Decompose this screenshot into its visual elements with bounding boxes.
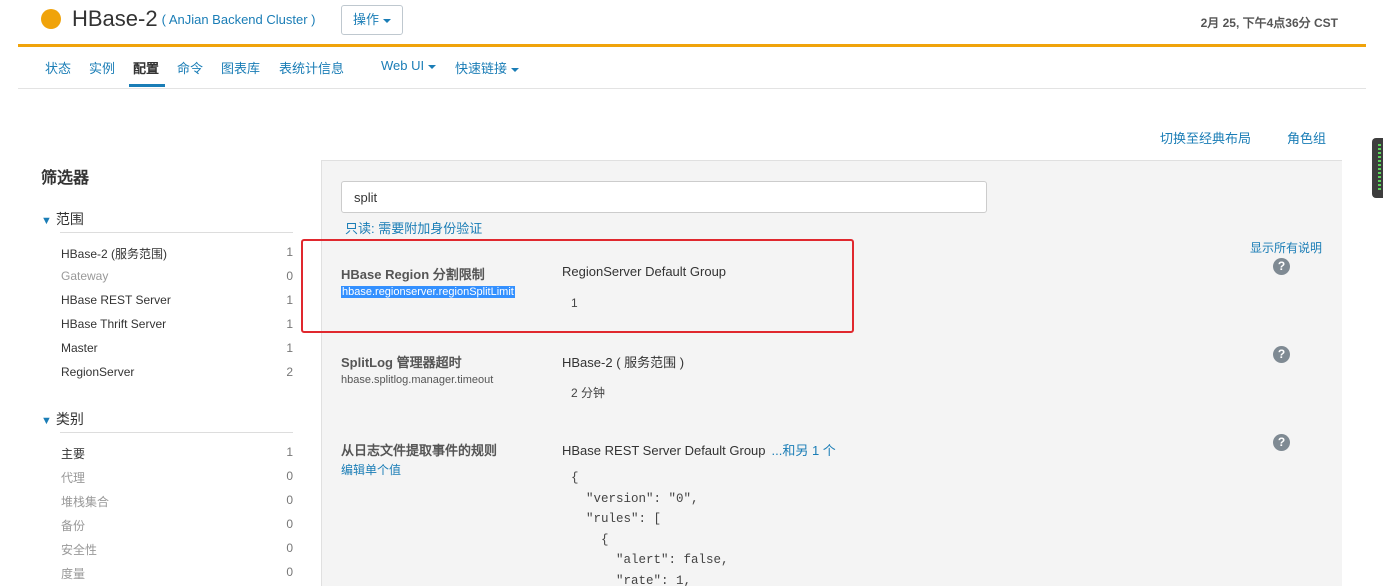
actions-label: 操作 [353, 12, 380, 27]
status-warning-icon [41, 9, 61, 29]
chevron-down-icon: ▼ [41, 215, 52, 227]
filter-count: 1 [286, 245, 293, 259]
help-icon[interactable]: ? [1273, 434, 1290, 451]
filter-count: 1 [286, 293, 293, 307]
filter-count: 1 [286, 341, 293, 355]
filter-label: RegionServer [61, 365, 135, 379]
filter-label: 代理 [61, 471, 86, 485]
filter-category-item[interactable]: 安全性 0 [61, 539, 293, 559]
property-name: HBase Region 分割限制 [341, 267, 485, 282]
grip-icon [1378, 144, 1381, 192]
help-icon[interactable]: ? [1273, 258, 1290, 275]
filter-count: 0 [286, 517, 293, 531]
filter-label: 堆栈集合 [61, 495, 110, 509]
chevron-down-icon [511, 67, 520, 72]
config-search-input[interactable] [341, 181, 987, 213]
help-icon[interactable]: ? [1273, 346, 1290, 363]
property-scope: RegionServer Default Group [562, 264, 727, 279]
filter-label: Gateway [61, 269, 109, 283]
property-scope: HBase REST Server Default Group ...和另 1 个 [562, 440, 836, 459]
tab-table-statistics[interactable]: 表统计信息 [279, 58, 344, 77]
filter-scope-heading: 范围 [55, 211, 84, 227]
property-name: 从日志文件提取事件的规则 [341, 443, 498, 458]
tab-status[interactable]: 状态 [45, 58, 71, 77]
scope-more-link[interactable]: ...和另 1 个 [772, 443, 836, 458]
filter-count: 0 [286, 541, 293, 555]
cluster-link[interactable]: ( AnJian Backend Cluster ) [162, 12, 316, 27]
service-header: HBase-2 ( AnJian Backend Cluster ) 操作 2月 … [18, 0, 1366, 44]
filter-label: HBase Thrift Server [61, 317, 167, 331]
chevron-down-icon [428, 64, 437, 69]
service-name: HBase-2 [72, 6, 158, 31]
tab-quick-links[interactable]: 快速链接 [455, 58, 520, 77]
property-name: SplitLog 管理器超时 [341, 355, 462, 370]
filter-category-item[interactable]: 度量 0 [61, 563, 293, 583]
service-title: HBase-2 ( AnJian Backend Cluster ) [72, 6, 316, 32]
filter-category-heading: 类别 [55, 411, 84, 427]
scrollbar-thumb[interactable] [1372, 138, 1383, 198]
filter-category-item[interactable]: 代理 0 [61, 467, 293, 487]
filter-label: 备份 [61, 519, 86, 533]
filter-count: 2 [286, 365, 293, 379]
switch-classic-layout-link[interactable]: 切换至经典布局 [1160, 128, 1251, 147]
divider [60, 232, 293, 233]
filter-count: 0 [286, 269, 293, 283]
timestamp: 2月 25, 下午4点36分 CST [1200, 16, 1338, 30]
filter-label: HBase REST Server [61, 293, 171, 307]
tab-commands[interactable]: 命令 [177, 58, 203, 77]
actions-button[interactable]: 操作 [341, 5, 404, 35]
property-json-value[interactable]: { "version": "0", "rules": [ { "alert": … [571, 468, 729, 586]
filter-count: 0 [286, 469, 293, 483]
active-tab-indicator [129, 84, 165, 87]
filter-category-toggle[interactable]: ▼ 类别 [41, 409, 84, 429]
role-groups-link[interactable]: 角色组 [1287, 128, 1326, 147]
filter-category-item[interactable]: 备份 0 [61, 515, 293, 535]
property-key: hbase.regionserver.regionSplitLimit [341, 286, 515, 298]
property-value[interactable]: 1 [571, 296, 578, 310]
chevron-down-icon [383, 18, 392, 23]
tab-web-ui[interactable]: Web UI [381, 58, 437, 73]
divider [60, 432, 293, 433]
filter-label: 安全性 [61, 543, 98, 557]
filter-category-item[interactable]: 堆栈集合 0 [61, 491, 293, 511]
service-nav: 状态 实例 配置 命令 图表库 表统计信息 Web UI 快速链接 [18, 47, 1366, 89]
filter-scope-toggle[interactable]: ▼ 范围 [41, 209, 84, 229]
filter-label: 度量 [61, 567, 86, 581]
tab-instances[interactable]: 实例 [89, 58, 115, 77]
tab-web-ui-label: Web UI [381, 58, 425, 73]
filter-count: 0 [286, 565, 293, 579]
filter-count: 0 [286, 493, 293, 507]
property-key: hbase.splitlog.manager.timeout [341, 374, 494, 386]
filter-label: Master [61, 341, 98, 355]
filter-scope-item[interactable]: HBase-2 (服务范围) 1 [61, 243, 293, 263]
filter-count: 1 [286, 445, 293, 459]
tab-charts-library[interactable]: 图表库 [221, 58, 260, 77]
chevron-down-icon: ▼ [41, 415, 52, 427]
filter-scope-item[interactable]: HBase Thrift Server 1 [61, 315, 293, 335]
edit-individual-values-link[interactable]: 编辑单个值 [341, 461, 401, 478]
property-scope: HBase-2 ( 服务范围 ) [562, 355, 685, 370]
filter-count: 1 [286, 317, 293, 331]
filter-label: 主要 [61, 447, 86, 461]
filter-scope-item[interactable]: Master 1 [61, 339, 293, 359]
filters-title: 筛选器 [41, 170, 90, 187]
filter-scope-item[interactable]: RegionServer 2 [61, 363, 293, 383]
tab-quick-links-label: 快速链接 [455, 61, 508, 76]
property-scope-label: HBase REST Server Default Group [562, 443, 766, 458]
filter-label: HBase-2 (服务范围) [61, 247, 168, 261]
property-value[interactable]: 2 分钟 [571, 384, 605, 401]
filter-category-item[interactable]: 主要 1 [61, 443, 293, 463]
show-all-descriptions-link[interactable]: 显示所有说明 [1250, 239, 1322, 256]
tab-configuration[interactable]: 配置 [133, 58, 159, 77]
filter-scope-item[interactable]: HBase REST Server 1 [61, 291, 293, 311]
filter-scope-item[interactable]: Gateway 0 [61, 267, 293, 287]
readonly-auth-link[interactable]: 只读: 需要附加身份验证 [345, 218, 482, 237]
